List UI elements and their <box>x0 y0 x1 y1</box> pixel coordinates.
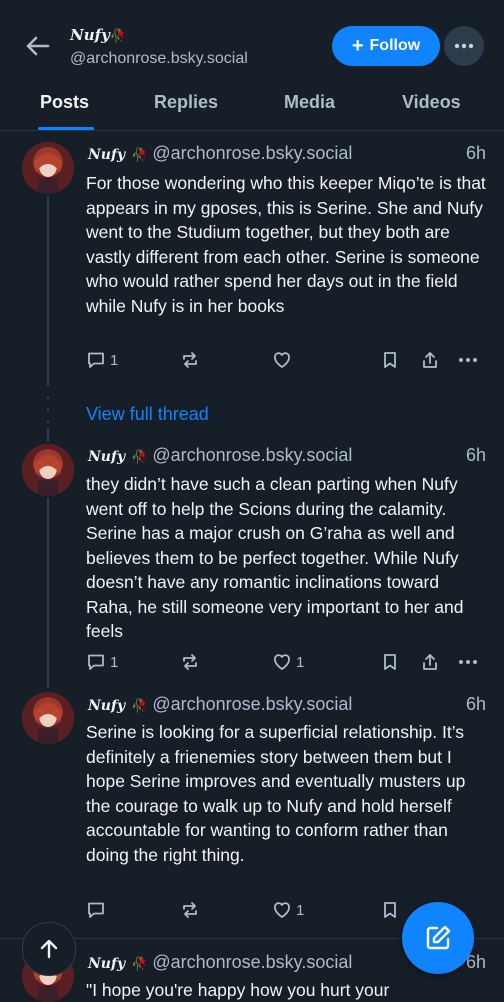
reply-count: 1 <box>110 351 119 369</box>
author-handle[interactable]: @archonrose.bsky.social <box>152 694 352 714</box>
post-time: 6h <box>465 694 486 714</box>
arrow-up-icon <box>40 939 58 959</box>
like-button[interactable]: 1 <box>272 652 304 672</box>
thread-dot <box>47 396 49 399</box>
ellipsis-icon <box>459 358 477 362</box>
repost-button[interactable] <box>180 900 200 920</box>
post-time: 6h <box>465 143 486 163</box>
compose-button[interactable] <box>402 902 474 974</box>
like-button[interactable] <box>272 350 292 370</box>
bookmark-button[interactable] <box>380 350 400 370</box>
bookmark-icon <box>384 654 396 670</box>
follow-button[interactable]: + Follow <box>332 26 440 66</box>
reply-icon <box>88 902 104 918</box>
ellipsis-icon <box>459 660 477 664</box>
reply-icon <box>88 654 104 670</box>
author-name[interactable]: Nufy <box>88 956 125 972</box>
heart-icon <box>274 902 290 918</box>
heart-icon <box>274 352 290 368</box>
post-text: For those wondering who this keeper Miqo… <box>86 173 486 316</box>
rose-emoji: 🥀 <box>131 147 148 162</box>
thread-dot <box>47 420 49 423</box>
author-handle[interactable]: @archonrose.bsky.social <box>152 952 352 972</box>
repost-icon <box>183 352 197 368</box>
like-count: 1 <box>296 901 305 919</box>
author-name[interactable]: Nufy <box>88 147 125 163</box>
plus-icon: + <box>351 35 364 57</box>
post-meta: Nufy 🥀 @archonrose.bsky.social <box>88 952 352 973</box>
author-name[interactable]: Nufy <box>88 449 125 465</box>
thread-dot <box>47 408 49 411</box>
post-text: they didn’t have such a clean parting wh… <box>86 474 464 641</box>
author-handle[interactable]: @archonrose.bsky.social <box>152 143 352 163</box>
view-full-thread-link[interactable]: View full thread <box>86 404 209 425</box>
post-actions: 1 1 <box>86 652 490 676</box>
post-more-button[interactable] <box>458 652 478 672</box>
reply-button[interactable] <box>86 900 106 920</box>
profile-handle: @archonrose.bsky.social <box>70 50 248 67</box>
post-meta: Nufy 🥀 @archonrose.bsky.social <box>88 694 352 715</box>
profile-display-name: Nufy🥀 <box>70 26 126 44</box>
bookmark-icon <box>384 902 396 918</box>
avatar[interactable] <box>22 142 74 194</box>
rose-emoji: 🥀 <box>131 956 148 971</box>
post-meta: Nufy 🥀 @archonrose.bsky.social <box>88 445 352 466</box>
more-options-button[interactable] <box>444 26 484 66</box>
profile-tabs: Posts Replies Media Videos <box>0 80 504 131</box>
bookmark-button[interactable] <box>380 900 400 920</box>
back-arrow-icon[interactable] <box>22 30 54 62</box>
compose-icon <box>426 925 451 950</box>
rose-emoji: 🥀 <box>131 698 148 713</box>
author-name[interactable]: Nufy <box>88 698 125 714</box>
thread-line <box>47 428 49 442</box>
post-text: "I hope you're happy how you hurt your <box>86 980 390 1000</box>
like-button[interactable]: 1 <box>272 900 304 920</box>
active-tab-indicator <box>38 127 94 130</box>
like-count: 1 <box>296 653 305 671</box>
post-more-button[interactable] <box>458 350 478 370</box>
display-name-text: Nufy <box>70 26 110 44</box>
reply-button[interactable]: 1 <box>86 652 118 672</box>
scroll-to-top-button[interactable] <box>22 922 76 976</box>
tab-replies[interactable]: Replies <box>154 92 218 113</box>
ellipsis-icon <box>454 43 474 49</box>
reply-icon <box>88 352 104 368</box>
author-handle[interactable]: @archonrose.bsky.social <box>152 445 352 465</box>
avatar[interactable] <box>22 444 74 496</box>
reply-button[interactable]: 1 <box>86 350 118 370</box>
tab-media[interactable]: Media <box>284 92 335 113</box>
repost-icon <box>183 902 197 918</box>
rose-emoji: 🥀 <box>131 449 148 464</box>
post-text: Serine is looking for a superficial rela… <box>86 722 466 865</box>
tab-videos[interactable]: Videos <box>402 92 461 113</box>
repost-button[interactable] <box>180 350 200 370</box>
share-icon <box>423 352 437 368</box>
reply-count: 1 <box>110 653 119 671</box>
rose-emoji: 🥀 <box>109 29 126 44</box>
tab-posts[interactable]: Posts <box>40 92 89 113</box>
repost-button[interactable] <box>180 652 200 672</box>
heart-icon <box>274 654 290 670</box>
post-time: 6h <box>465 445 486 465</box>
post-actions: 1 <box>86 350 490 374</box>
share-button[interactable] <box>420 350 440 370</box>
bookmark-button[interactable] <box>380 652 400 672</box>
profile-header: Nufy🥀 @archonrose.bsky.social + Follow <box>0 0 504 80</box>
post-meta: Nufy 🥀 @archonrose.bsky.social <box>88 143 352 164</box>
bookmark-icon <box>384 352 396 368</box>
thread-line <box>47 498 49 688</box>
share-icon <box>423 654 437 670</box>
thread-line <box>47 196 49 386</box>
avatar[interactable] <box>22 692 74 744</box>
repost-icon <box>183 654 197 670</box>
follow-label: Follow <box>369 37 421 54</box>
share-button[interactable] <box>420 652 440 672</box>
